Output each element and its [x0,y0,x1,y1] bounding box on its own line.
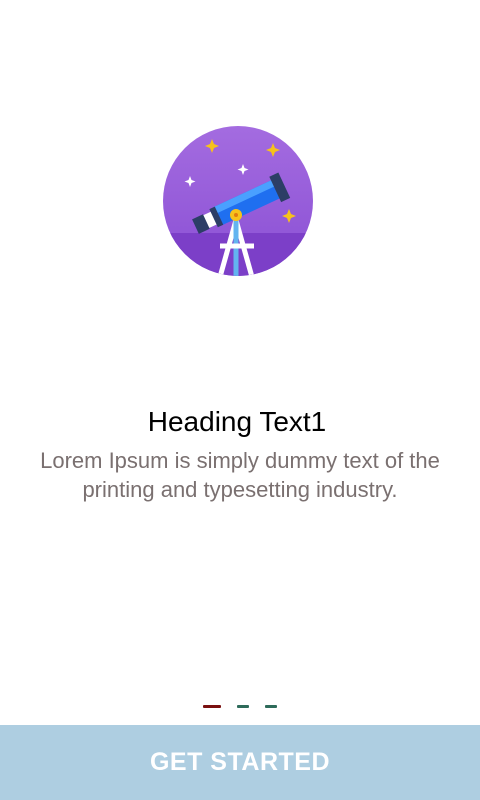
page-indicator-dot-3[interactable] [265,705,277,708]
page-indicator-dot-1[interactable] [203,705,221,708]
get-started-button[interactable]: GET STARTED [0,725,480,800]
page-heading: Heading Text1 [147,406,327,437]
page-indicator-dot-2[interactable] [237,705,249,708]
page-indicator [0,705,480,711]
telescope-illustration [162,125,314,277]
telescope-icon [163,126,313,276]
page-description: Lorem Ipsum is simply dummy text of the … [40,448,440,502]
